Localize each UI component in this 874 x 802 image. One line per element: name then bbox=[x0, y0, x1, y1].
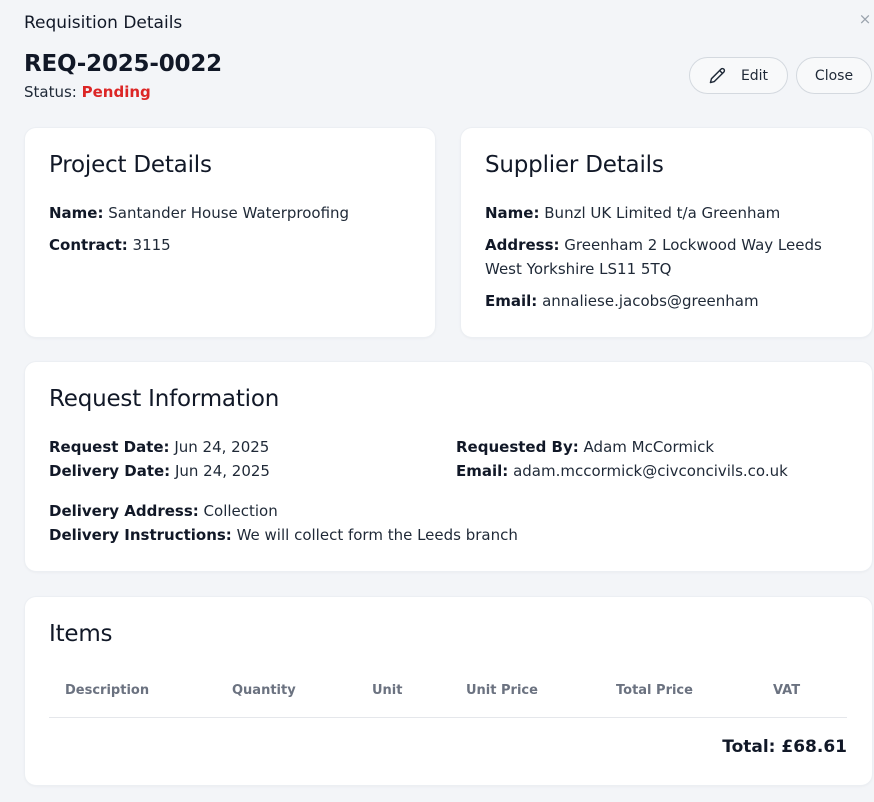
pencil-icon bbox=[709, 67, 726, 84]
status-label: Status: bbox=[24, 83, 77, 101]
delivery-date-field: Delivery Date: Jun 24, 2025 bbox=[49, 459, 270, 483]
project-details-card: Project Details Name: Santander House Wa… bbox=[25, 128, 435, 337]
delivery-address-field: Delivery Address: Collection bbox=[49, 499, 278, 523]
column-header-total-price: Total Price bbox=[616, 683, 693, 698]
supplier-email-label: Email: bbox=[485, 292, 538, 310]
delivery-date-label: Delivery Date: bbox=[49, 462, 171, 480]
project-name-value: Santander House Waterproofing bbox=[108, 204, 350, 222]
supplier-address-label: Address: bbox=[485, 236, 560, 254]
close-button[interactable]: Close bbox=[796, 57, 872, 94]
supplier-details-heading: Supplier Details bbox=[485, 152, 664, 178]
project-contract-label: Contract: bbox=[49, 236, 128, 254]
edit-button[interactable]: Edit bbox=[689, 57, 788, 94]
project-contract-field: Contract: 3115 bbox=[49, 233, 171, 257]
project-name-field: Name: Santander House Waterproofing bbox=[49, 201, 349, 225]
project-name-label: Name: bbox=[49, 204, 104, 222]
requester-email-label: Email: bbox=[456, 462, 509, 480]
request-information-heading: Request Information bbox=[49, 386, 280, 412]
requester-email-field: Email: adam.mccormick@civconcivils.co.uk bbox=[456, 459, 788, 483]
items-heading: Items bbox=[49, 621, 113, 647]
requested-by-label: Requested By: bbox=[456, 438, 579, 456]
supplier-name-field: Name: Bunzl UK Limited t/a Greenham bbox=[485, 201, 780, 225]
delivery-instructions-value: We will collect form the Leeds branch bbox=[236, 526, 518, 544]
requested-by-field: Requested By: Adam McCormick bbox=[456, 435, 714, 459]
request-information-card: Request Information Request Date: Jun 24… bbox=[25, 362, 872, 571]
requisition-id: REQ-2025-0022 bbox=[24, 51, 222, 77]
supplier-email-field: Email: annaliese.jacobs@greenham bbox=[485, 289, 759, 313]
column-header-unit-price: Unit Price bbox=[466, 683, 538, 698]
delivery-instructions-label: Delivery Instructions: bbox=[49, 526, 232, 544]
delivery-instructions-field: Delivery Instructions: We will collect f… bbox=[49, 523, 518, 547]
close-button-label: Close bbox=[814, 67, 854, 84]
modal-title: Requisition Details bbox=[24, 13, 183, 33]
supplier-address-field: Address: Greenham 2 Lockwood Way Leeds W… bbox=[485, 233, 850, 281]
items-table-header: Description Quantity Unit Unit Price Tot… bbox=[49, 677, 847, 718]
requester-email-value: adam.mccormick@civconcivils.co.uk bbox=[513, 462, 788, 480]
project-contract-value: 3115 bbox=[132, 236, 171, 254]
requested-by-value: Adam McCormick bbox=[583, 438, 715, 456]
close-icon[interactable]: × bbox=[857, 10, 873, 28]
supplier-name-label: Name: bbox=[485, 204, 540, 222]
column-header-vat: VAT bbox=[773, 683, 801, 698]
items-card: Items Description Quantity Unit Unit Pri… bbox=[25, 597, 872, 785]
status-line: Status: Pending bbox=[24, 83, 151, 101]
supplier-email-value: annaliese.jacobs@greenham bbox=[542, 292, 759, 310]
supplier-details-card: Supplier Details Name: Bunzl UK Limited … bbox=[461, 128, 872, 337]
request-date-field: Request Date: Jun 24, 2025 bbox=[49, 435, 269, 459]
delivery-date-value: Jun 24, 2025 bbox=[174, 462, 270, 480]
request-date-label: Request Date: bbox=[49, 438, 170, 456]
delivery-address-value: Collection bbox=[203, 502, 278, 520]
column-header-description: Description bbox=[65, 683, 150, 698]
project-details-heading: Project Details bbox=[49, 152, 212, 178]
edit-button-label: Edit bbox=[740, 67, 769, 84]
column-header-quantity: Quantity bbox=[232, 683, 296, 698]
supplier-name-value: Bunzl UK Limited t/a Greenham bbox=[544, 204, 781, 222]
request-date-value: Jun 24, 2025 bbox=[174, 438, 270, 456]
delivery-address-label: Delivery Address: bbox=[49, 502, 199, 520]
column-header-unit: Unit bbox=[372, 683, 403, 698]
status-value: Pending bbox=[81, 83, 151, 101]
items-total: Total: £68.61 bbox=[722, 737, 847, 757]
